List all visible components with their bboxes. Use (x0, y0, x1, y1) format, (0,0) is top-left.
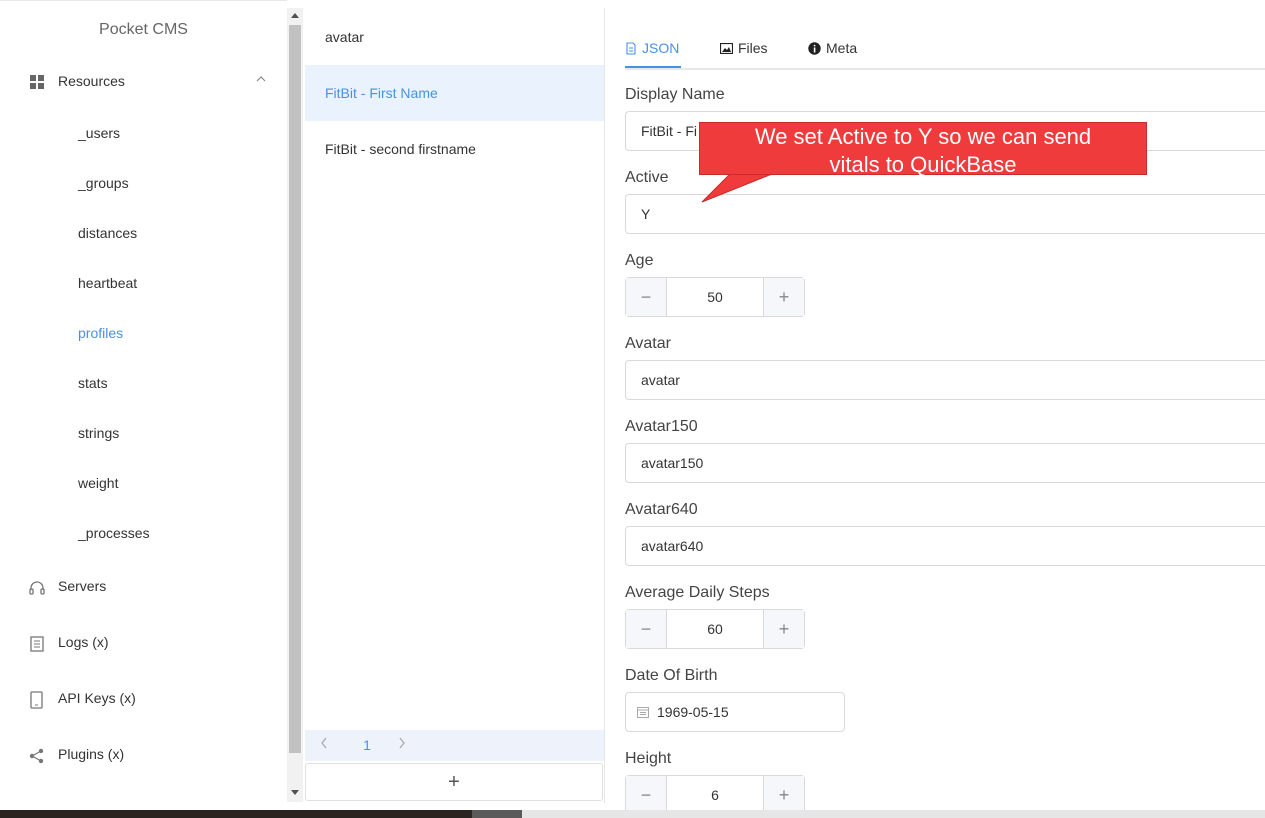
add-record-button[interactable]: + (305, 763, 603, 801)
steps-value[interactable]: 60 (666, 610, 764, 648)
average-daily-steps-label: Average Daily Steps (625, 584, 770, 601)
active-tab-indicator (625, 66, 681, 68)
date-of-birth-label: Date Of Birth (625, 667, 718, 684)
tablet-icon (30, 691, 43, 709)
scroll-up-icon[interactable] (291, 13, 299, 18)
avatar150-field[interactable]: avatar150 (625, 443, 1265, 483)
list-item[interactable]: avatar (305, 9, 604, 65)
callout-line-1: We set Active to Y so we can send (754, 124, 1092, 149)
date-of-birth-value: 1969-05-15 (657, 704, 729, 720)
height-label: Height (625, 750, 672, 767)
taskbar-strip (472, 810, 522, 818)
list-item-selected[interactable]: FitBit - First Name (305, 65, 604, 121)
avatar-label: Avatar (625, 335, 671, 352)
avatar640-field[interactable]: avatar640 (625, 526, 1265, 566)
taskbar-strip (0, 810, 472, 818)
tab-files-label: Files (738, 40, 768, 56)
file-icon (626, 41, 636, 55)
age-label: Age (625, 252, 654, 269)
document-icon (30, 636, 44, 652)
scroll-down-icon[interactable] (291, 790, 299, 795)
page-number[interactable]: 1 (357, 730, 377, 761)
app-title: Pocket CMS (99, 21, 188, 38)
sidebar-item-groups[interactable]: _groups (78, 175, 129, 191)
api-keys-label: API Keys (x) (58, 690, 136, 706)
avatar640-label: Avatar640 (625, 501, 698, 518)
height-value[interactable]: 6 (666, 776, 764, 810)
sidebar-group-resources[interactable]: Resources (0, 63, 287, 99)
sidebar-item-profiles[interactable]: profiles (78, 325, 123, 341)
avatar150-label: Avatar150 (625, 418, 698, 435)
servers-label: Servers (58, 578, 107, 594)
sidebar: Pocket CMS Resources _users _groups dist… (0, 0, 287, 810)
steps-increment-button[interactable]: + (763, 610, 804, 648)
steps-decrement-button[interactable]: − (626, 610, 667, 648)
headset-icon (29, 581, 45, 595)
sidebar-item-strings[interactable]: strings (78, 425, 119, 441)
sidebar-item-weight[interactable]: weight (78, 475, 118, 491)
height-decrement-button[interactable]: − (626, 776, 667, 810)
sidebar-item-api-keys[interactable]: API Keys (x) (0, 681, 287, 717)
height-increment-button[interactable]: + (763, 776, 804, 810)
sidebar-item-heartbeat[interactable]: heartbeat (78, 275, 137, 291)
sidebar-item-servers[interactable]: Servers (0, 569, 287, 605)
average-daily-steps-stepper: − 60 + (625, 609, 805, 649)
taskbar-strip (522, 810, 1265, 818)
grid-icon (30, 75, 44, 89)
calendar-icon (637, 707, 649, 718)
tab-json-label: JSON (642, 40, 680, 56)
chevron-up-icon[interactable] (255, 73, 267, 85)
sidebar-item-plugins[interactable]: Plugins (x) (0, 737, 287, 773)
share-icon (29, 748, 44, 764)
active-label: Active (625, 169, 669, 186)
tab-meta[interactable]: Meta (808, 40, 857, 56)
record-list: avatar FitBit - First Name FitBit - seco… (305, 8, 605, 803)
age-decrement-button[interactable]: − (626, 278, 667, 316)
height-stepper: − 6 + (625, 775, 805, 810)
avatar-field[interactable]: avatar (625, 360, 1265, 400)
age-increment-button[interactable]: + (763, 278, 804, 316)
tab-files[interactable]: Files (720, 40, 768, 56)
plugins-label: Plugins (x) (58, 746, 125, 762)
age-value[interactable]: 50 (666, 278, 764, 316)
display-name-label: Display Name (625, 86, 725, 103)
info-icon (808, 41, 821, 55)
age-stepper: − 50 + (625, 277, 805, 317)
sidebar-item-users[interactable]: _users (78, 125, 120, 141)
sidebar-item-processes[interactable]: _processes (78, 525, 150, 541)
tab-meta-label: Meta (826, 40, 858, 56)
date-of-birth-field[interactable]: 1969-05-15 (625, 692, 845, 732)
prev-page-icon[interactable] (319, 736, 329, 753)
sidebar-item-stats[interactable]: stats (78, 375, 108, 391)
scrollbar-thumb[interactable] (289, 25, 301, 753)
tab-bar: JSON Files Meta (625, 38, 1265, 70)
resources-label: Resources (58, 73, 125, 89)
sidebar-item-logs[interactable]: Logs (x) (0, 625, 287, 661)
pagination: 1 (305, 730, 604, 761)
callout-line-2: vitals to QuickBase (829, 152, 1017, 177)
annotation-callout: We set Active to Y so we can send vitals… (699, 122, 1147, 177)
sidebar-item-distances[interactable]: distances (78, 225, 137, 241)
logs-label: Logs (x) (58, 634, 109, 650)
list-item[interactable]: FitBit - second firstname (305, 121, 604, 177)
tab-json[interactable]: JSON (625, 40, 679, 56)
image-icon (720, 42, 733, 54)
next-page-icon[interactable] (397, 736, 407, 753)
